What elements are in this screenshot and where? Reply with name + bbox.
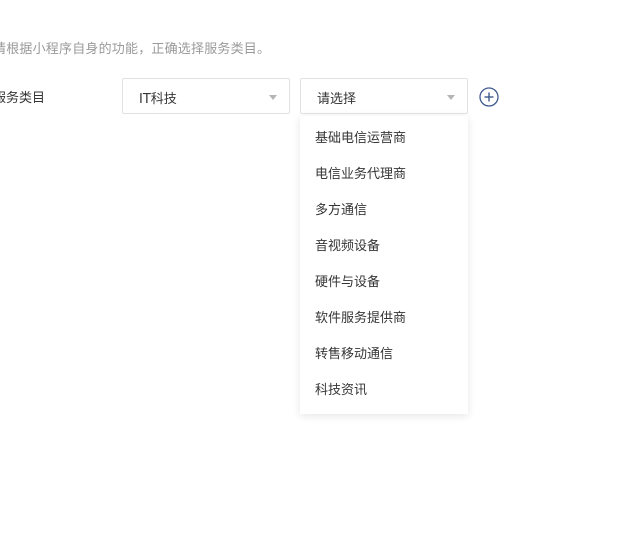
service-category-label: 服务类目 — [0, 91, 46, 106]
dropdown-option[interactable]: 软件服务提供商 — [300, 301, 468, 337]
secondary-category-placeholder: 请选择 — [317, 92, 357, 107]
add-category-button[interactable] — [479, 87, 499, 107]
dropdown-option[interactable]: 多方通信 — [300, 193, 468, 229]
chevron-down-icon — [447, 95, 455, 100]
dropdown-option[interactable]: 硬件与设备 — [300, 265, 468, 301]
chevron-down-icon — [269, 95, 277, 100]
dropdown-option[interactable]: 科技资讯 — [300, 373, 468, 409]
dropdown-option[interactable]: 转售移动通信 — [300, 337, 468, 373]
primary-category-select[interactable]: IT科技 — [122, 78, 290, 114]
primary-category-value: IT科技 — [139, 92, 177, 107]
dropdown-option[interactable]: 音视频设备 — [300, 229, 468, 265]
plus-circle-icon — [479, 87, 499, 107]
dropdown-option[interactable]: 电信业务代理商 — [300, 157, 468, 193]
hint-text: 请根据小程序自身的功能，正确选择服务类目。 — [0, 42, 271, 57]
secondary-category-select[interactable]: 请选择 — [300, 78, 468, 114]
category-dropdown-menu: 基础电信运营商 电信业务代理商 多方通信 音视频设备 硬件与设备 软件服务提供商… — [300, 116, 468, 414]
dropdown-option[interactable]: 基础电信运营商 — [300, 121, 468, 157]
